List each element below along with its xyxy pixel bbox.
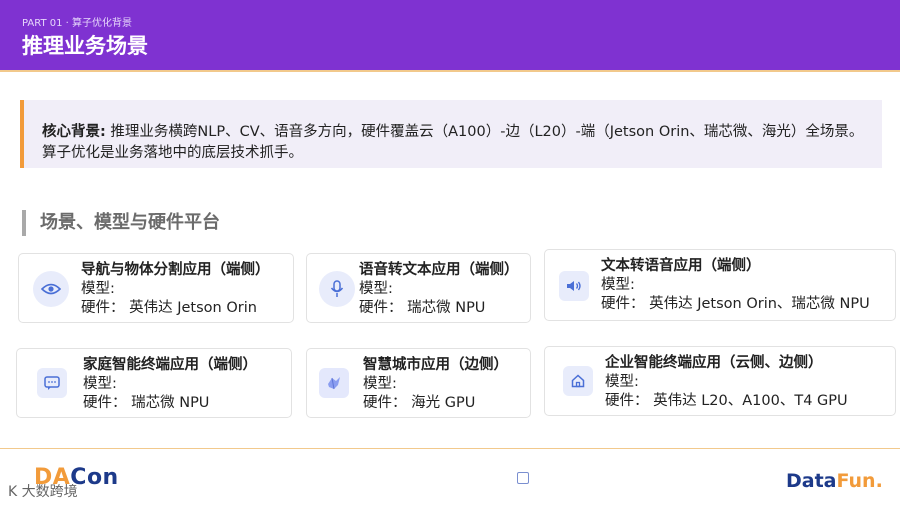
card-model: 模型: [83,376,117,392]
card-model: 模型: [605,374,639,390]
callout-label: 核心背景: [42,124,106,140]
speaker-icon [559,271,589,301]
section-title: 场景、模型与硬件平台 [22,210,220,236]
card-hardware: 硬件： 海光 GPU [363,395,476,411]
logo-part-a: Data [786,470,837,492]
card-hardware: 硬件： 英伟达 L20、A100、T4 GPU [605,393,848,409]
card-hardware: 硬件： 英伟达 Jetson Orin、瑞芯微 NPU [601,296,870,312]
core-background-callout: 核心背景: 推理业务横跨NLP、CV、语音多方向，硬件覆盖云（A100）-边（L… [20,100,882,168]
card-title: 导航与物体分割应用（端侧） [81,262,270,278]
city-icon [319,368,349,398]
card-title: 企业智能终端应用（云侧、边侧） [605,355,823,371]
card-title: 文本转语音应用（端侧） [601,258,761,274]
eye-icon [33,271,69,307]
datafun-logo: DataFun. [786,470,883,492]
chat-icon [37,368,67,398]
watermark-text: K 大数跨境 [8,484,78,500]
footer-divider [0,448,900,449]
card-hardware: 硬件： 瑞芯微 NPU [359,300,486,316]
microphone-icon [319,271,355,307]
crumb-part: PART 01 [22,18,63,29]
card-model: 模型: [359,281,393,297]
header-bar: PART 01 · 算子优化背景 推理业务场景 [0,0,900,70]
card-home-smart-terminal: 家庭智能终端应用（端侧） 模型: 硬件： 瑞芯微 NPU [16,348,292,418]
card-title: 智慧城市应用（边侧） [363,357,508,373]
card-title: 语音转文本应用（端侧） [359,262,519,278]
crumb-topic: 算子优化背景 [72,18,133,29]
card-navigation-segmentation: 导航与物体分割应用（端侧） 模型: 硬件： 英伟达 Jetson Orin [18,253,294,323]
page-icon [517,472,529,484]
card-title: 家庭智能终端应用（端侧） [83,357,257,373]
logo-part-b: Fun. [836,470,883,492]
callout-text: 推理业务横跨NLP、CV、语音多方向，硬件覆盖云（A100）-边（L20）-端（… [42,124,864,161]
card-speech-to-text: 语音转文本应用（端侧） 模型: 硬件： 瑞芯微 NPU [306,253,531,323]
card-hardware: 硬件： 英伟达 Jetson Orin [81,300,257,316]
header-divider [0,70,900,72]
page-title: 推理业务场景 [22,34,148,58]
breadcrumb: PART 01 · 算子优化背景 [22,14,132,29]
card-text-to-speech: 文本转语音应用（端侧） 模型: 硬件： 英伟达 Jetson Orin、瑞芯微 … [544,249,896,321]
card-model: 模型: [601,277,635,293]
card-model: 模型: [81,281,115,297]
card-hardware: 硬件： 瑞芯微 NPU [83,395,210,411]
card-model: 模型: [363,376,397,392]
crumb-separator: · [65,18,69,29]
home-icon [563,366,593,396]
card-enterprise-smart-terminal: 企业智能终端应用（云侧、边侧） 模型: 硬件： 英伟达 L20、A100、T4 … [544,346,896,416]
card-smart-city: 智慧城市应用（边侧） 模型: 硬件： 海光 GPU [306,348,531,418]
